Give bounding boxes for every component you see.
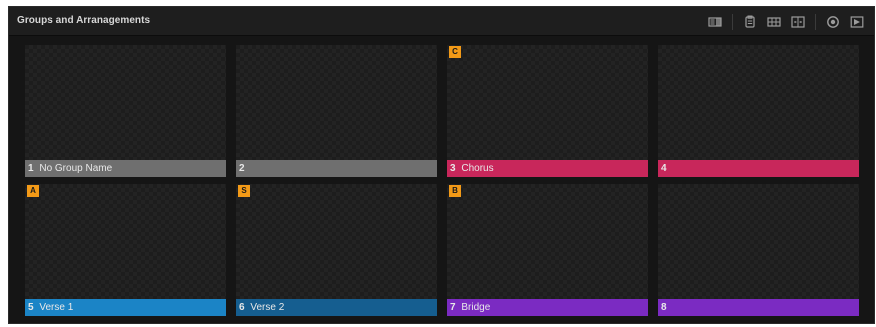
group-number: 8 <box>661 302 667 313</box>
group-number: 3 <box>450 163 456 174</box>
groups-panel: Groups and Arranagements 1 No Group Name… <box>8 6 875 324</box>
group-number: 6 <box>239 302 245 313</box>
group-badge: C <box>449 46 461 58</box>
clipboard-icon[interactable] <box>741 13 759 31</box>
group-badge: A <box>27 185 39 197</box>
group-tile[interactable]: C 3 Chorus <box>447 45 648 177</box>
group-tile[interactable]: 1 No Group Name <box>25 45 226 177</box>
panel-title: Groups and Arranagements <box>17 15 151 26</box>
group-name: No Group Name <box>39 163 113 174</box>
group-tile[interactable]: 8 <box>658 184 859 316</box>
group-number: 2 <box>239 163 245 174</box>
header-toolbar <box>700 13 866 31</box>
group-label-bar: 8 <box>658 299 859 316</box>
group-label-bar: 2 <box>236 160 437 177</box>
group-tile[interactable]: 2 <box>236 45 437 177</box>
group-label-bar: 3 Chorus <box>447 160 648 177</box>
group-label-bar: 6 Verse 2 <box>236 299 437 316</box>
group-name: Verse 1 <box>39 302 74 313</box>
group-label-bar: 5 Verse 1 <box>25 299 226 316</box>
group-number: 5 <box>28 302 34 313</box>
panel-header: Groups and Arranagements <box>9 7 874 36</box>
play-next-icon[interactable] <box>848 13 866 31</box>
group-number: 1 <box>28 163 34 174</box>
group-badge: S <box>238 185 250 197</box>
group-name: Bridge <box>461 302 491 313</box>
pattern-grid-icon[interactable] <box>765 13 783 31</box>
group-tile[interactable]: 4 <box>658 45 859 177</box>
group-name: Chorus <box>461 163 494 174</box>
group-name: Verse 2 <box>250 302 285 313</box>
group-label-bar: 7 Bridge <box>447 299 648 316</box>
toolbar-divider <box>815 14 816 30</box>
group-number: 4 <box>661 163 667 174</box>
group-tile[interactable]: B 7 Bridge <box>447 184 648 316</box>
group-label-bar: 4 <box>658 160 859 177</box>
group-label-bar: 1 No Group Name <box>25 160 226 177</box>
arrange-icon[interactable] <box>789 13 807 31</box>
settings-icon[interactable] <box>824 13 842 31</box>
view-toggle-icon[interactable] <box>706 13 724 31</box>
toolbar-divider <box>732 14 733 30</box>
group-badge: B <box>449 185 461 197</box>
group-tile[interactable]: A 5 Verse 1 <box>25 184 226 316</box>
group-tile[interactable]: S 6 Verse 2 <box>236 184 437 316</box>
group-number: 7 <box>450 302 456 313</box>
